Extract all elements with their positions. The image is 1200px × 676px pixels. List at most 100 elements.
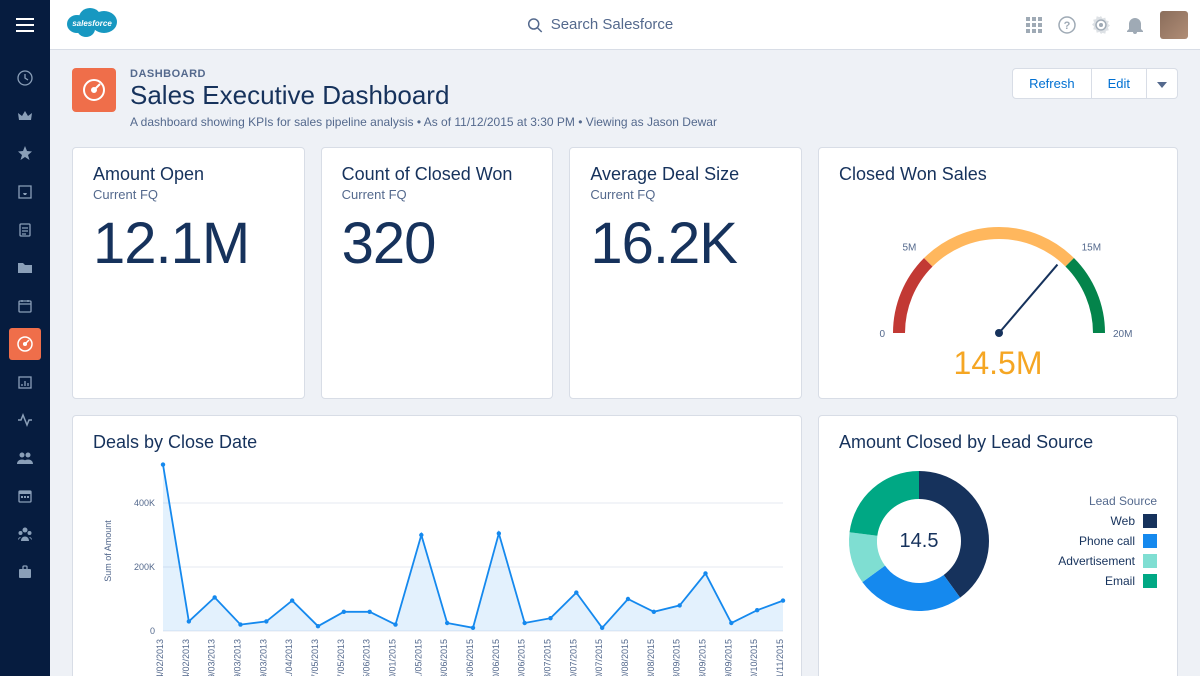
legend-item: Email xyxy=(1013,574,1157,588)
top-bar: salesforce Search Salesforce ? xyxy=(0,0,1200,50)
svg-text:5M: 5M xyxy=(902,242,916,253)
kpi-value: 12.1M xyxy=(93,210,284,277)
legend-swatch xyxy=(1143,534,1157,548)
sidebar-item-files[interactable] xyxy=(9,252,41,284)
user-avatar[interactable] xyxy=(1160,11,1188,39)
search-icon xyxy=(527,17,543,33)
main-content: DASHBOARD Sales Executive Dashboard A da… xyxy=(50,50,1200,676)
menu-toggle[interactable] xyxy=(0,0,50,50)
svg-text:13/09/2015: 13/09/2015 xyxy=(672,639,682,676)
svg-text:?: ? xyxy=(1064,20,1071,32)
svg-text:29/09/2015: 29/09/2015 xyxy=(723,639,733,676)
sidebar-item-recent[interactable] xyxy=(9,62,41,94)
kpi-title: Count of Closed Won xyxy=(342,164,533,185)
sidebar-item-calendar[interactable] xyxy=(9,480,41,512)
notifications-icon[interactable] xyxy=(1126,16,1144,34)
legend-label: Phone call xyxy=(1079,534,1135,548)
app-launcher-icon[interactable] xyxy=(1026,17,1042,33)
salesforce-logo: salesforce xyxy=(66,4,118,45)
svg-text:23/09/2015: 23/09/2015 xyxy=(698,639,708,676)
refresh-button[interactable]: Refresh xyxy=(1012,68,1092,99)
svg-text:14.5: 14.5 xyxy=(900,530,939,552)
sidebar-item-groups[interactable] xyxy=(9,518,41,550)
svg-text:salesforce: salesforce xyxy=(72,19,112,28)
svg-text:21/04/2013: 21/04/2013 xyxy=(284,639,294,676)
svg-text:14/02/2013: 14/02/2013 xyxy=(155,639,165,676)
svg-text:8/07/2015: 8/07/2015 xyxy=(543,639,553,676)
sidebar-item-dashboards[interactable] xyxy=(9,328,41,360)
search-placeholder: Search Salesforce xyxy=(551,16,674,33)
amount-closed-by-lead-source: Amount Closed by Lead Source 14.5 Lead S… xyxy=(818,415,1178,676)
gauge-chart: 0 20M 5M 15M xyxy=(839,193,1159,343)
kpi-subtitle: Current FQ xyxy=(342,187,533,202)
svg-text:0: 0 xyxy=(150,626,155,636)
svg-text:30/07/2015: 30/07/2015 xyxy=(594,639,604,676)
svg-text:400K: 400K xyxy=(134,498,155,508)
donut-title: Amount Closed by Lead Source xyxy=(839,432,1157,453)
line-chart-title: Deals by Close Date xyxy=(93,432,781,453)
global-search[interactable]: Search Salesforce xyxy=(527,16,674,33)
kpi-value: 320 xyxy=(342,210,533,277)
sidebar-item-reports[interactable] xyxy=(9,366,41,398)
sidebar-item-activity[interactable] xyxy=(9,404,41,436)
kpi-subtitle: Current FQ xyxy=(93,187,284,202)
svg-text:30/06/2015: 30/06/2015 xyxy=(517,639,527,676)
svg-text:17/05/2013: 17/05/2013 xyxy=(310,639,320,676)
line-chart: 0200K400K14/02/201324/02/201319/03/20132… xyxy=(93,461,793,676)
kpi-subtitle: Current FQ xyxy=(590,187,781,202)
legend-swatch xyxy=(1143,514,1157,528)
svg-text:29/03/2013: 29/03/2013 xyxy=(233,639,243,676)
svg-text:6/06/2015: 6/06/2015 xyxy=(465,639,475,676)
sidebar-item-cases[interactable] xyxy=(9,556,41,588)
page-subtitle: A dashboard showing KPIs for sales pipel… xyxy=(130,115,717,129)
svg-text:28/08/2015: 28/08/2015 xyxy=(646,639,656,676)
svg-text:10/01/2015: 10/01/2015 xyxy=(388,639,398,676)
page-actions: Refresh Edit xyxy=(1012,68,1178,99)
gauge-title: Closed Won Sales xyxy=(839,164,1157,185)
svg-text:20/10/2015: 20/10/2015 xyxy=(749,639,759,676)
legend-label: Email xyxy=(1105,574,1135,588)
svg-text:17/05/2013: 17/05/2013 xyxy=(336,639,346,676)
sidebar-item-star[interactable] xyxy=(9,138,41,170)
legend-swatch xyxy=(1143,554,1157,568)
svg-text:20/08/2015: 20/08/2015 xyxy=(620,639,630,676)
sidebar-item-inbox[interactable] xyxy=(9,176,41,208)
legend-swatch xyxy=(1143,574,1157,588)
legend-title: Lead Source xyxy=(1013,494,1157,508)
svg-text:0: 0 xyxy=(879,329,885,340)
legend-item: Advertisement xyxy=(1013,554,1157,568)
sidebar-item-people[interactable] xyxy=(9,442,41,474)
kpi-avg-deal-size: Average Deal Size Current FQ 16.2K xyxy=(569,147,802,399)
svg-text:1/05/2015: 1/05/2015 xyxy=(413,639,423,676)
help-icon[interactable]: ? xyxy=(1058,16,1076,34)
dashboard-icon xyxy=(72,68,116,112)
gauge-closed-won-sales: Closed Won Sales 0 20M 5M 15M 14.5M xyxy=(818,147,1178,399)
svg-text:20M: 20M xyxy=(1113,329,1132,340)
donut-legend: Web Phone call Advertisement Email xyxy=(1013,514,1157,588)
kpi-title: Average Deal Size xyxy=(590,164,781,185)
edit-button[interactable]: Edit xyxy=(1092,68,1147,99)
page-title: Sales Executive Dashboard xyxy=(130,80,717,111)
svg-text:15/06/2013: 15/06/2013 xyxy=(362,639,372,676)
sidebar xyxy=(0,50,50,676)
svg-text:30/07/2015: 30/07/2015 xyxy=(568,639,578,676)
legend-item: Web xyxy=(1013,514,1157,528)
svg-text:3/06/2015: 3/06/2015 xyxy=(439,639,449,676)
settings-icon[interactable] xyxy=(1092,16,1110,34)
svg-text:Sum of Amount: Sum of Amount xyxy=(103,520,113,582)
sidebar-item-events[interactable] xyxy=(9,290,41,322)
gauge-value: 14.5M xyxy=(839,345,1157,382)
kpi-amount-open: Amount Open Current FQ 12.1M xyxy=(72,147,305,399)
deals-by-close-date-chart: Deals by Close Date 0200K400K14/02/20132… xyxy=(72,415,802,676)
svg-text:29/03/2013: 29/03/2013 xyxy=(258,639,268,676)
more-actions-button[interactable] xyxy=(1147,68,1178,99)
kpi-value: 16.2K xyxy=(590,210,781,277)
sidebar-item-tasks[interactable] xyxy=(9,214,41,246)
legend-item: Phone call xyxy=(1013,534,1157,548)
page-header: DASHBOARD Sales Executive Dashboard A da… xyxy=(72,68,1178,129)
svg-text:19/03/2013: 19/03/2013 xyxy=(207,639,217,676)
svg-text:15M: 15M xyxy=(1082,242,1101,253)
legend-label: Web xyxy=(1111,514,1135,528)
legend-label: Advertisement xyxy=(1058,554,1135,568)
sidebar-item-crown[interactable] xyxy=(9,100,41,132)
